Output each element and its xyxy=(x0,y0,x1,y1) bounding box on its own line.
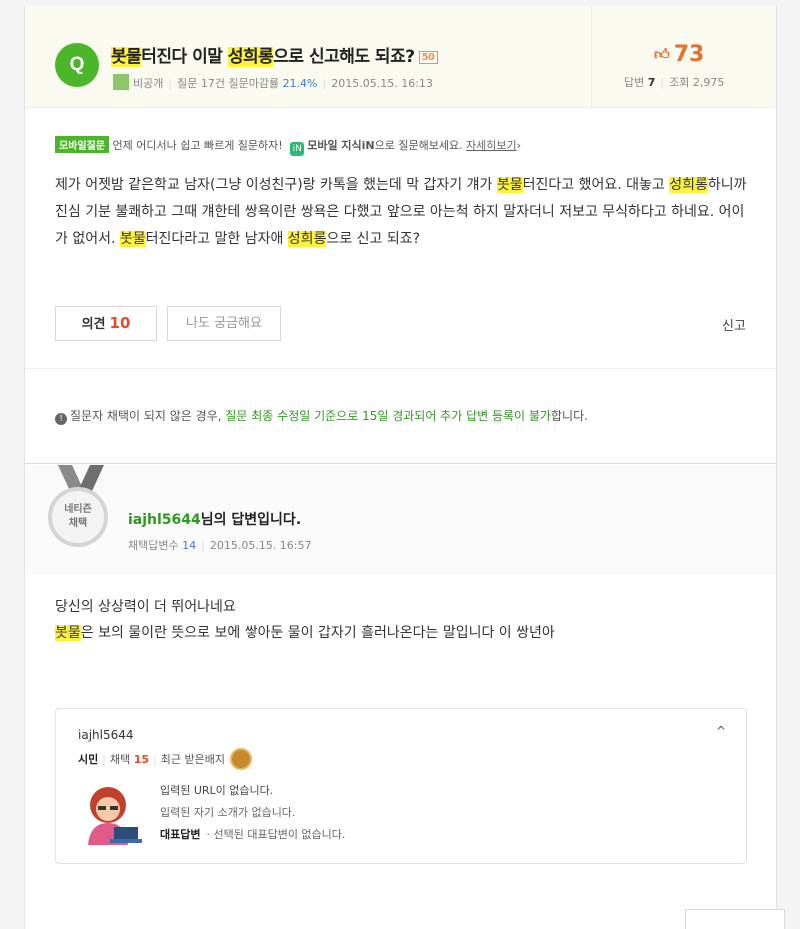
answer-body: 당신의 상상력이 더 뛰어나네요 봇물은 보의 물이란 뜻으로 보에 쌓아둔 물… xyxy=(55,599,555,641)
question-stats-panel: 👍︎ 73 답변 7 | 조회 2,975 xyxy=(591,6,776,108)
more-info-link[interactable]: 자세히보기 xyxy=(466,139,517,152)
question-title: 봇물터진다 이말 성희롱으로 신고해도 되죠? 50 xyxy=(111,42,438,67)
question-header: Q 봇물터진다 이말 성희롱으로 신고해도 되죠? 50 비공개 | 질문 17건 질… xyxy=(25,6,776,108)
profile-url: 입력된 URL이 없습니다. xyxy=(160,784,274,797)
profile-user-id[interactable]: iajhl5644 xyxy=(78,728,134,742)
profile-character-icon xyxy=(88,787,142,845)
content-panel: Q 봇물터진다 이말 성희롱으로 신고해도 되죠? 50 비공개 | 질문 17건 질… xyxy=(24,6,777,929)
opinion-button[interactable]: 의견 10 xyxy=(55,306,157,341)
profile-meta: 시민 | 채택 15 | 최근 받은배지 xyxy=(78,748,253,770)
points-badge: 50 xyxy=(418,51,438,64)
question-badge: Q xyxy=(55,43,99,87)
mobile-question-tag[interactable]: 모바일질문 xyxy=(55,136,109,153)
info-icon: ! xyxy=(55,413,67,425)
question-author[interactable]: 비공개 xyxy=(133,77,163,90)
netizen-adopted-medal: 네티즌 채택 xyxy=(48,487,108,547)
user-avatar-icon xyxy=(113,74,129,90)
bottom-right-button[interactable] xyxy=(685,909,785,929)
mobile-promo: 모바일질문 언제 어디서나 쉽고 빠르게 질문하자! iN 모바일 지식iN으로 … xyxy=(55,136,521,156)
answer-header: 네티즌 채택 iajhl5644님의 답변입니다. 채택답변수 14 | 2015.… xyxy=(25,465,776,575)
answer-title: iajhl5644님의 답변입니다. xyxy=(128,512,302,528)
profile-rep-answer: 대표답변 · 선택된 대표답변이 없습니다. xyxy=(160,828,346,841)
collapse-chevron-icon[interactable]: ^ xyxy=(716,724,726,738)
answer-meta: 채택답변수 14 | 2015.05.15. 16:57 xyxy=(128,539,312,552)
thumb-up-icon: 👍︎ xyxy=(654,45,670,63)
me-too-curious-button[interactable]: 나도 궁금해요 xyxy=(167,306,281,341)
answer-view-stats: 답변 7 | 조회 2,975 xyxy=(624,76,725,89)
answerer-id[interactable]: iajhl5644 xyxy=(128,512,201,528)
kin-app-icon: iN xyxy=(290,142,305,156)
question-date: 2015.05.15. 16:13 xyxy=(331,77,433,90)
report-link[interactable]: 신고 xyxy=(722,315,746,334)
recent-badge-icon[interactable] xyxy=(230,748,253,770)
profile-intro: 입력된 자기 소개가 없습니다. xyxy=(160,806,296,819)
like-count[interactable]: 👍︎ 73 xyxy=(654,42,704,67)
answerer-profile-card: iajhl5644 ^ 시민 | 채택 15 | 최근 받은배지 입력된 URL이 없습… xyxy=(55,708,747,864)
answer-notice: ! 질문자 채택이 되지 않은 경우, 질문 최종 수정일 기준으로 15일 경과… xyxy=(25,368,776,464)
question-body: 제가 어젯밤 같은학교 남자(그냥 이성친구)랑 카톡을 했는데 막 갑자기 걔… xyxy=(55,177,747,247)
question-meta: 비공개 | 질문 17건 질문마감률 21.4% | 2015.05.15. 16:13 xyxy=(113,74,433,91)
